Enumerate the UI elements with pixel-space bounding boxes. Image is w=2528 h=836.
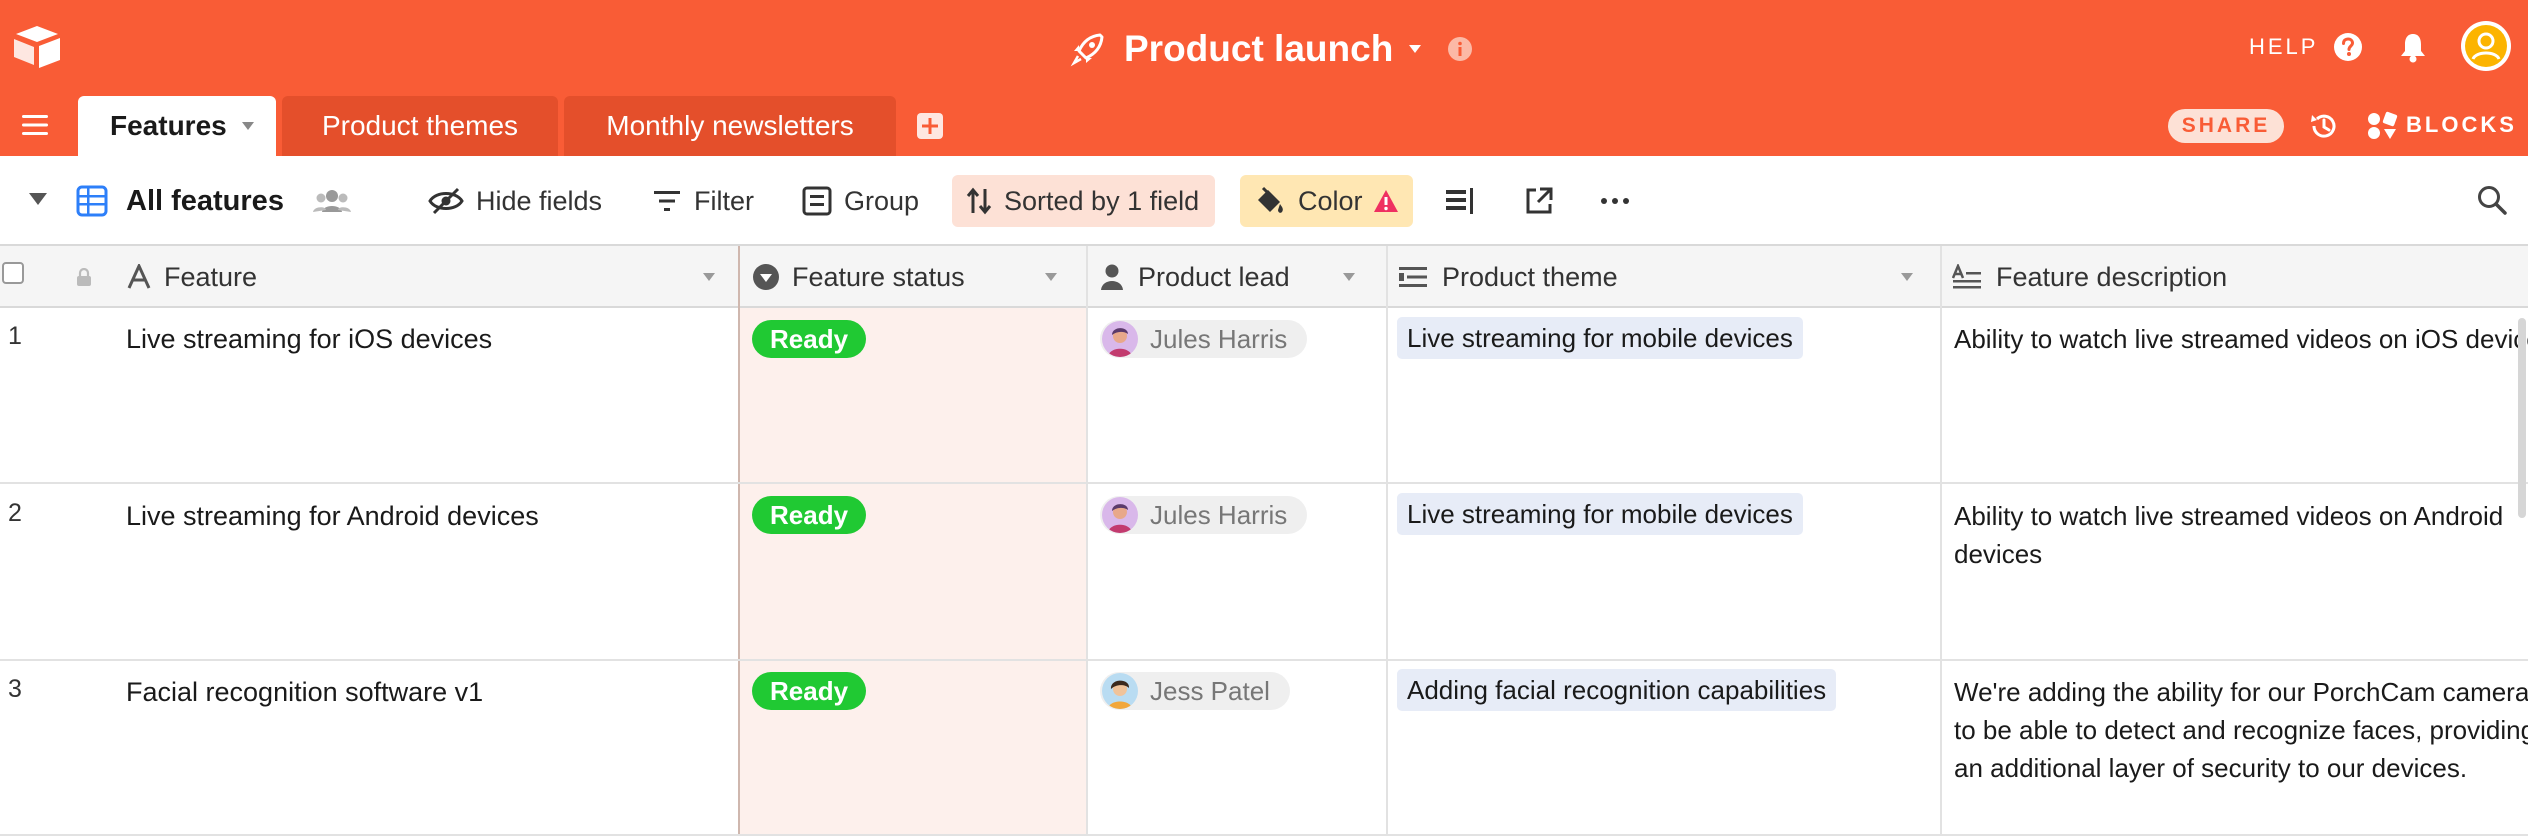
collaborator-pill[interactable]: Jules Harris <box>1100 496 1308 534</box>
share-view-icon[interactable] <box>1524 186 1554 216</box>
blocks-icon[interactable] <box>2366 111 2398 141</box>
chevron-down-icon[interactable] <box>1900 272 1914 282</box>
linked-record-pill[interactable]: Adding facial recognition capabilities <box>1397 669 1837 711</box>
warning-icon <box>1373 189 1399 213</box>
collaborator-name: Jules Harris <box>1150 323 1288 354</box>
group-label: Group <box>844 185 920 216</box>
grid-view-icon <box>76 185 108 217</box>
help-icon[interactable] <box>2333 32 2363 62</box>
paint-bucket-icon <box>1254 186 1286 216</box>
user-avatar[interactable] <box>2460 20 2512 72</box>
sort-button[interactable]: Sorted by 1 field <box>952 175 1216 227</box>
blocks-button[interactable]: BLOCKS <box>2406 112 2517 138</box>
color-label: Color <box>1298 185 1363 216</box>
view-name: All features <box>126 184 284 217</box>
text-field-icon <box>126 264 152 290</box>
chevron-down-icon[interactable] <box>1044 272 1058 282</box>
chevron-down-icon[interactable] <box>1407 43 1423 55</box>
avatar <box>1102 321 1138 357</box>
tab-label: Monthly newsletters <box>606 110 854 141</box>
add-table-icon[interactable] <box>916 112 944 140</box>
long-text-icon <box>1952 264 1982 290</box>
single-select-icon <box>752 263 780 291</box>
chevron-down-icon[interactable] <box>1342 272 1356 282</box>
tab-monthly-newsletters[interactable]: Monthly newsletters <box>564 96 896 156</box>
column-header-feature[interactable]: Feature <box>126 246 738 308</box>
description-cell[interactable]: We're adding the ability for our PorchCa… <box>1954 673 2528 787</box>
airtable-logo-icon[interactable] <box>12 24 62 68</box>
linked-record-pill[interactable]: Live streaming for mobile devices <box>1397 493 1803 535</box>
collaborator-name: Jules Harris <box>1150 499 1288 530</box>
history-icon[interactable] <box>2308 110 2340 142</box>
filter-label: Filter <box>694 185 754 216</box>
feature-cell[interactable]: Live streaming for iOS devices <box>126 320 492 358</box>
description-cell[interactable]: Ability to watch live streamed videos on… <box>1954 497 2528 573</box>
collaborator-icon <box>1100 263 1124 291</box>
column-header-feature-description[interactable]: Feature description <box>1952 246 2528 308</box>
column-header-product-lead[interactable]: Product lead <box>1100 246 1370 308</box>
select-all-checkbox[interactable] <box>2 262 24 284</box>
column-label: Feature status <box>792 261 965 292</box>
column-label: Feature description <box>1996 261 2228 292</box>
color-button[interactable]: Color <box>1240 175 1413 227</box>
row-number: 1 <box>8 322 22 350</box>
rocket-icon <box>1070 31 1106 67</box>
collaborator-pill[interactable]: Jess Patel <box>1100 672 1290 710</box>
hamburger-menu-icon[interactable] <box>22 113 50 137</box>
link-field-icon <box>1398 265 1428 289</box>
lock-icon <box>76 268 92 286</box>
hide-fields-label: Hide fields <box>476 185 603 216</box>
avatar <box>1102 673 1138 709</box>
tab-label: Features <box>110 110 227 141</box>
sidebar-toggle-icon[interactable] <box>28 192 48 206</box>
row-number: 2 <box>8 499 22 527</box>
group-button[interactable]: Group <box>802 176 919 226</box>
column-label: Feature <box>164 261 258 292</box>
collaborator-pill[interactable]: Jules Harris <box>1100 320 1308 358</box>
avatar <box>1102 497 1138 533</box>
feature-cell[interactable]: Live streaming for Android devices <box>126 497 539 535</box>
eye-slash-icon <box>428 187 464 215</box>
base-title-text[interactable]: Product launch <box>1124 28 1393 70</box>
sort-icon <box>966 187 992 215</box>
status-badge[interactable]: Ready <box>752 496 867 534</box>
info-icon[interactable] <box>1447 36 1473 62</box>
description-cell[interactable]: Ability to watch live streamed videos on… <box>1954 320 2528 358</box>
linked-record-pill[interactable]: Live streaming for mobile devices <box>1397 317 1803 359</box>
row-number: 3 <box>8 675 22 703</box>
tab-features[interactable]: Features <box>78 96 276 156</box>
more-options-icon[interactable] <box>1600 196 1630 206</box>
filter-icon <box>652 188 682 214</box>
help-link[interactable]: HELP <box>2249 34 2318 60</box>
notifications-bell-icon[interactable] <box>2398 31 2428 63</box>
chevron-down-icon[interactable] <box>241 121 255 131</box>
column-label: Product theme <box>1442 261 1618 292</box>
tab-label: Product themes <box>321 110 519 141</box>
tab-product-themes[interactable]: Product themes <box>282 96 558 156</box>
search-icon[interactable] <box>2476 184 2508 216</box>
hide-fields-button[interactable]: Hide fields <box>428 176 602 226</box>
status-badge[interactable]: Ready <box>752 672 867 710</box>
share-button[interactable]: SHARE <box>2168 109 2284 143</box>
collaborative-view-icon[interactable] <box>312 186 352 216</box>
chevron-down-icon[interactable] <box>702 272 716 282</box>
vertical-scrollbar[interactable] <box>2518 318 2526 518</box>
row-height-icon[interactable] <box>1444 186 1476 216</box>
collaborator-name: Jess Patel <box>1150 675 1270 706</box>
feature-cell[interactable]: Facial recognition software v1 <box>126 673 483 711</box>
filter-button[interactable]: Filter <box>652 176 754 226</box>
base-title[interactable]: Product launch <box>1070 22 1473 76</box>
column-header-feature-status[interactable]: Feature status <box>752 246 1072 308</box>
column-header-product-theme[interactable]: Product theme <box>1398 246 1928 308</box>
group-icon <box>802 186 832 216</box>
status-badge[interactable]: Ready <box>752 320 867 358</box>
column-label: Product lead <box>1138 261 1290 292</box>
sort-label: Sorted by 1 field <box>1004 185 1200 216</box>
view-switcher[interactable]: All features <box>76 176 284 226</box>
